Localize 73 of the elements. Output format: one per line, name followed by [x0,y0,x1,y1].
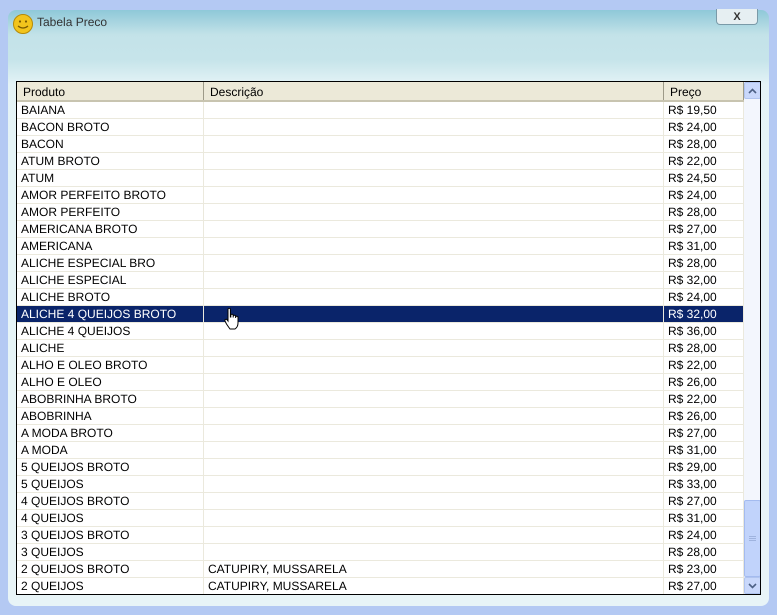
table-cell: A MODA [21,443,68,457]
table-cell: R$ 31,00 [668,511,717,525]
table-cell: R$ 19,50 [668,103,717,117]
close-button[interactable]: X [716,9,758,25]
column-header[interactable]: Produto [17,82,204,100]
table-cell: R$ 24,00 [668,120,717,134]
table-cell: ALICHE ESPECIAL BRO [21,256,156,270]
up-caret-icon [748,88,757,94]
table-cell: R$ 28,00 [668,341,717,355]
table-cell: 4 QUEIJOS [21,511,84,525]
table-cell: R$ 36,00 [668,324,717,338]
scroll-up-button[interactable] [744,82,760,99]
table-cell: R$ 23,00 [668,562,717,576]
table-cell: 2 QUEIJOS BROTO [21,562,130,576]
table-cell: R$ 27,00 [668,494,717,508]
table-cell: ATUM BROTO [21,154,100,168]
column-header[interactable]: Descrição [204,82,664,100]
table-cell: R$ 32,00 [668,307,717,321]
table-cell: 5 QUEIJOS BROTO [21,460,130,474]
table-cell: CATUPIRY, MUSSARELA [208,579,347,593]
table-cell: AMOR PERFEITO [21,205,120,219]
window-title: Tabela Preco [37,14,108,31]
table-cell: R$ 27,00 [668,222,717,236]
table-cell: R$ 24,50 [668,171,717,185]
table-cell: R$ 28,00 [668,256,717,270]
down-caret-icon [748,582,757,588]
table-cell: ALICHE [21,341,64,355]
table-cell: R$ 22,00 [668,358,717,372]
table-cell: ATUM [21,171,54,185]
table-cell: R$ 22,00 [668,392,717,406]
table-cell: R$ 27,00 [668,579,717,593]
table-cell: ABOBRINHA [21,409,92,423]
table-cell: R$ 27,00 [668,426,717,440]
grip-icon [749,536,756,541]
table-cell: R$ 26,00 [668,375,717,389]
table-cell: ABOBRINHA BROTO [21,392,137,406]
table-cell: R$ 24,00 [668,290,717,304]
table-cell: 3 QUEIJOS BROTO [21,528,130,542]
table-cell: AMERICANA [21,239,92,253]
table-cell: BAIANA [21,103,66,117]
scroll-down-button[interactable] [744,577,760,594]
table-cell: R$ 22,00 [668,154,717,168]
smiley-icon [12,13,34,35]
table-cell: R$ 31,00 [668,239,717,253]
table-cell: BACON BROTO [21,120,110,134]
table-cell: ALICHE 4 QUEIJOS BROTO [21,307,176,321]
selected-row-highlight[interactable]: ALICHE 4 QUEIJOS BROTO R$ 32,00 [17,306,744,323]
table-cell: 5 QUEIJOS [21,477,84,491]
table-cell: ALICHE BROTO [21,290,110,304]
table-cell: R$ 28,00 [668,205,717,219]
table-cell: R$ 29,00 [668,460,717,474]
table-cell: R$ 24,00 [668,528,717,542]
table-cell: ALHO E OLEO BROTO [21,358,148,372]
table-cell: ALHO E OLEO [21,375,102,389]
table-cell: BACON [21,137,64,151]
table-cell: R$ 33,00 [668,477,717,491]
table-cell: 3 QUEIJOS [21,545,84,559]
table-cell: ALICHE ESPECIAL [21,273,126,287]
table-cell: R$ 28,00 [668,137,717,151]
table-cell: R$ 26,00 [668,409,717,423]
scrollbar-thumb[interactable] [744,500,760,577]
table-cell: 4 QUEIJOS BROTO [21,494,130,508]
table-cell: A MODA BROTO [21,426,113,440]
hand-cursor-icon [224,308,240,330]
table-cell: ALICHE 4 QUEIJOS [21,324,130,338]
table-cell: AMERICANA BROTO [21,222,138,236]
table-cell: AMOR PERFEITO BROTO [21,188,166,202]
table-cell: R$ 28,00 [668,545,717,559]
table-cell: R$ 31,00 [668,443,717,457]
table-cell: R$ 24,00 [668,188,717,202]
table-cell: CATUPIRY, MUSSARELA [208,562,347,576]
table-cell: R$ 32,00 [668,273,717,287]
table-cell: 2 QUEIJOS [21,579,84,593]
